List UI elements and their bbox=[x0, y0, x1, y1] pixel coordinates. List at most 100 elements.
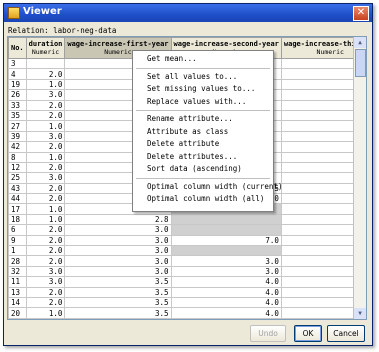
menu-item[interactable]: Set missing values to... bbox=[133, 83, 273, 95]
table-row[interactable]: 13 2.0 3.5 4.0 bbox=[8, 286, 366, 299]
table-cell[interactable] bbox=[170, 213, 282, 226]
row-number[interactable]: 25 bbox=[8, 172, 27, 184]
row-number[interactable]: 28 bbox=[8, 255, 27, 267]
table-cell[interactable] bbox=[170, 224, 282, 236]
row-number[interactable]: 33 bbox=[8, 99, 27, 111]
row-number[interactable]: 18 bbox=[8, 213, 27, 226]
row-number[interactable]: 35 bbox=[8, 109, 27, 122]
menu-item[interactable]: Replace values with... bbox=[133, 96, 273, 108]
row-number[interactable]: 43 bbox=[8, 182, 27, 195]
table-cell[interactable]: 3.5 bbox=[64, 286, 172, 299]
table-cell[interactable]: 3.0 bbox=[25, 89, 66, 101]
table-row[interactable]: 28 2.0 3.0 3.0 bbox=[8, 255, 366, 267]
table-cell[interactable]: 1.0 bbox=[25, 120, 66, 132]
table-cell[interactable]: 2.0 bbox=[25, 286, 66, 299]
row-number[interactable]: 19 bbox=[8, 78, 27, 91]
table-cell[interactable]: 4.0 bbox=[170, 276, 282, 288]
scroll-thumb[interactable] bbox=[355, 49, 366, 77]
menu-item[interactable]: Get mean... bbox=[133, 53, 273, 65]
row-number[interactable]: 1 bbox=[8, 245, 27, 257]
menu-item[interactable]: Delete attribute bbox=[133, 138, 273, 150]
ok-button[interactable]: OK bbox=[294, 325, 322, 342]
table-cell[interactable]: 2.0 bbox=[25, 193, 66, 205]
table-row[interactable]: 6 2.0 3.0 bbox=[8, 224, 366, 236]
table-cell[interactable]: 1.0 bbox=[25, 203, 66, 215]
row-number[interactable]: 3 bbox=[8, 57, 27, 70]
undo-button[interactable]: Undo bbox=[250, 325, 286, 342]
table-cell[interactable]: 3.5 bbox=[64, 276, 172, 288]
row-number[interactable]: 42 bbox=[8, 141, 27, 153]
table-cell[interactable]: 1.0 bbox=[25, 78, 66, 91]
table-cell[interactable]: 3.0 bbox=[25, 172, 66, 184]
row-number[interactable]: 11 bbox=[8, 276, 27, 288]
table-row[interactable]: 142.03.54.02 bbox=[8, 296, 366, 309]
table-cell[interactable]: 2.0 bbox=[25, 182, 66, 195]
table-row[interactable]: 9 2.0 3.0 7.0 bbox=[8, 234, 366, 247]
table-cell[interactable]: 2.0 bbox=[25, 224, 66, 236]
table-cell[interactable]: 7.0 bbox=[170, 234, 282, 247]
table-cell[interactable]: 3.0 bbox=[25, 130, 66, 143]
scroll-up-icon[interactable]: ▲ bbox=[354, 37, 366, 48]
table-cell[interactable]: 1.0 bbox=[25, 307, 66, 319]
table-cell[interactable]: 4.0 bbox=[170, 307, 282, 319]
table-cell[interactable]: 4.0 bbox=[170, 286, 282, 299]
menu-item[interactable]: Delete attributes... bbox=[133, 151, 273, 163]
column-header[interactable]: duration Numeric bbox=[25, 37, 66, 59]
table-cell[interactable] bbox=[25, 57, 66, 70]
table-cell[interactable]: 3.0 bbox=[170, 255, 282, 267]
title-bar[interactable]: Viewer ✕ bbox=[4, 4, 372, 22]
row-number[interactable]: 27 bbox=[8, 120, 27, 132]
table-cell[interactable]: 3.0 bbox=[64, 224, 172, 236]
row-number[interactable]: 20 bbox=[8, 307, 27, 319]
vertical-scrollbar[interactable]: ▲ ▼ bbox=[353, 37, 366, 319]
row-number[interactable]: 44 bbox=[8, 193, 27, 205]
row-number[interactable]: 26 bbox=[8, 89, 27, 101]
close-button[interactable]: ✕ bbox=[353, 6, 369, 21]
table-row[interactable]: 323.03.03.02 bbox=[8, 265, 366, 278]
row-number[interactable]: 32 bbox=[8, 265, 27, 278]
menu-item[interactable]: Set all values to... bbox=[133, 71, 273, 83]
table-cell[interactable]: 3.0 bbox=[25, 265, 66, 278]
row-number[interactable]: 17 bbox=[8, 203, 27, 215]
cancel-button[interactable]: Cancel bbox=[327, 325, 365, 342]
table-cell[interactable]: 3.0 bbox=[64, 245, 172, 257]
menu-item[interactable]: Sort data (ascending) bbox=[133, 163, 273, 175]
table-cell[interactable]: 2.0 bbox=[25, 255, 66, 267]
menu-item[interactable]: Attribute as class bbox=[133, 126, 273, 138]
table-cell[interactable]: 3.5 bbox=[64, 307, 172, 319]
table-cell[interactable]: 1.0 bbox=[25, 213, 66, 226]
table-cell[interactable]: 2.0 bbox=[25, 68, 66, 80]
row-number[interactable]: 9 bbox=[8, 234, 27, 247]
table-cell[interactable]: 3.5 bbox=[64, 296, 172, 309]
scroll-down-icon[interactable]: ▼ bbox=[354, 308, 366, 319]
table-row[interactable]: 20 1.0 3.5 4.0 bbox=[8, 307, 366, 319]
row-number[interactable]: 6 bbox=[8, 224, 27, 236]
table-cell[interactable]: 4.0 bbox=[170, 296, 282, 309]
table-cell[interactable]: 2.0 bbox=[25, 161, 66, 174]
row-number[interactable]: 8 bbox=[8, 151, 27, 163]
row-number[interactable]: 13 bbox=[8, 286, 27, 299]
table-cell[interactable] bbox=[170, 245, 282, 257]
menu-item[interactable]: Optimal column width (current) bbox=[133, 181, 282, 193]
table-cell[interactable]: 2.0 bbox=[25, 141, 66, 153]
table-cell[interactable]: 2.0 bbox=[25, 234, 66, 247]
table-row[interactable]: 113.03.54.04 bbox=[8, 276, 366, 288]
table-cell[interactable]: 3.0 bbox=[64, 234, 172, 247]
table-cell[interactable]: 2.0 bbox=[25, 99, 66, 111]
table-cell[interactable]: 2.0 bbox=[25, 109, 66, 122]
row-number[interactable]: 14 bbox=[8, 296, 27, 309]
column-header[interactable]: No. bbox=[8, 37, 27, 59]
menu-item[interactable]: Optimal column width (all) bbox=[133, 193, 273, 205]
table-cell[interactable]: 3.0 bbox=[170, 265, 282, 278]
table-cell[interactable]: 2.0 bbox=[25, 296, 66, 309]
row-number[interactable]: 12 bbox=[8, 161, 27, 174]
menu-item[interactable]: Rename attribute... bbox=[133, 113, 273, 125]
table-cell[interactable]: 2.8 bbox=[64, 213, 172, 226]
table-row[interactable]: 18 1.0 2.8 bbox=[8, 213, 366, 226]
table-cell[interactable]: 1.0 bbox=[25, 151, 66, 163]
table-cell[interactable]: 3.0 bbox=[64, 255, 172, 267]
table-cell[interactable]: 3.0 bbox=[25, 276, 66, 288]
row-number[interactable]: 39 bbox=[8, 130, 27, 143]
table-row[interactable]: 1 2.0 3.0 bbox=[8, 245, 366, 257]
table-cell[interactable]: 3.0 bbox=[64, 265, 172, 278]
